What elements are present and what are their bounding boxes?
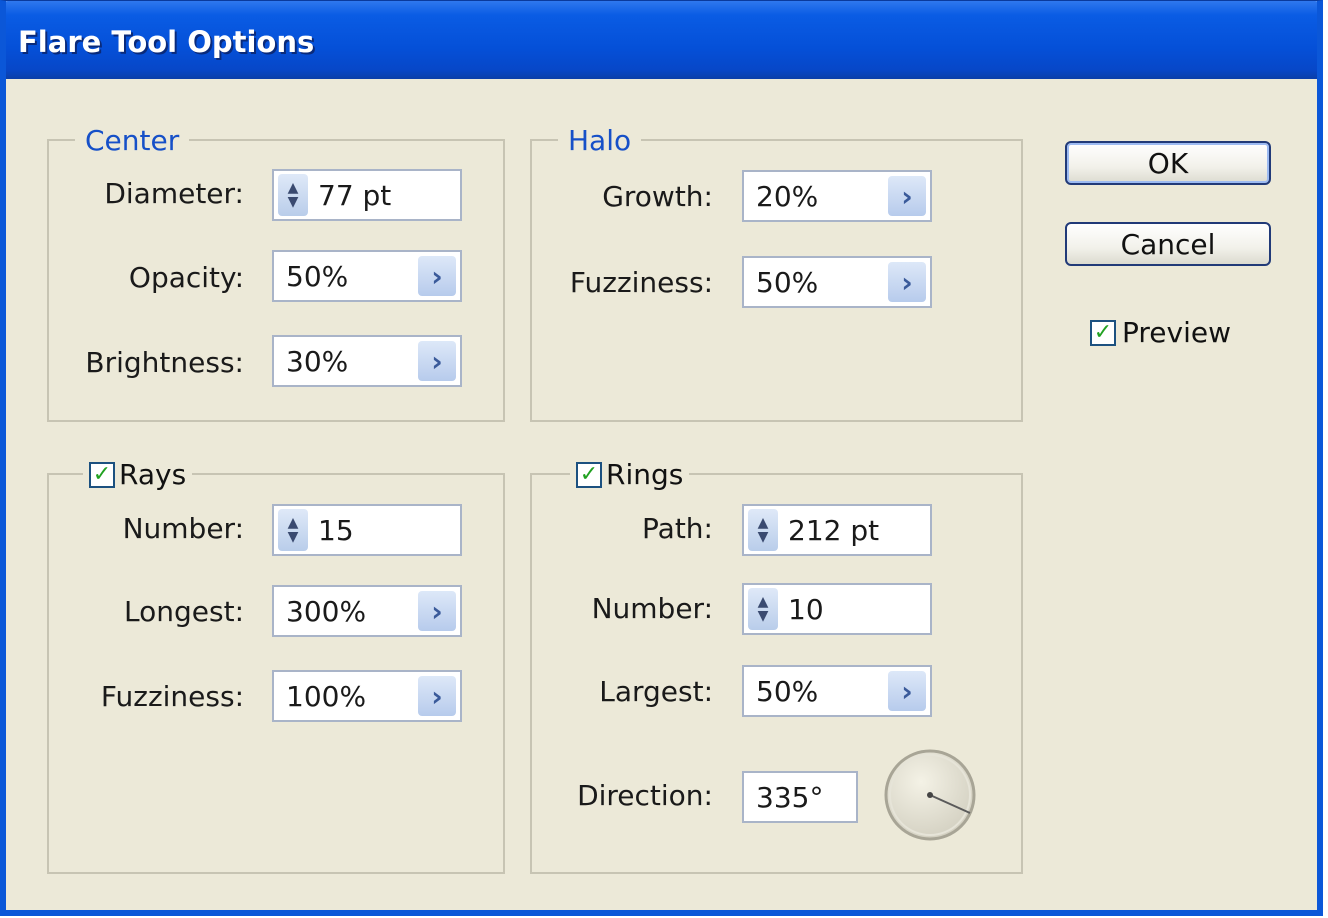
rays-fuzziness-popup-chevron-right-icon[interactable]: ›: [418, 676, 456, 716]
rays-fuzziness-field[interactable]: 100% ›: [272, 670, 462, 722]
direction-field[interactable]: 335°: [742, 771, 858, 823]
opacity-label: Opacity:: [128, 261, 244, 294]
rays-number-spinner-icon[interactable]: ▲ ▼: [278, 509, 308, 551]
opacity-value[interactable]: 50%: [274, 260, 348, 293]
direction-value[interactable]: 335°: [744, 781, 823, 814]
growth-popup-chevron-right-icon[interactable]: ›: [888, 176, 926, 216]
path-spinner-icon[interactable]: ▲ ▼: [748, 509, 778, 551]
rays-number-label: Number:: [122, 512, 244, 545]
preview-checkmark-icon: ✓: [1093, 319, 1113, 345]
rays-number-value[interactable]: 15: [308, 514, 354, 547]
largest-label: Largest:: [599, 675, 713, 708]
brightness-popup-chevron-right-icon[interactable]: ›: [418, 341, 456, 381]
largest-value[interactable]: 50%: [744, 675, 818, 708]
path-field[interactable]: ▲ ▼ 212 pt: [742, 504, 932, 556]
halo-fuzziness-popup-chevron-right-icon[interactable]: ›: [888, 262, 926, 302]
brightness-label: Brightness:: [85, 346, 244, 379]
diameter-spinner-icon[interactable]: ▲ ▼: [278, 174, 308, 216]
opacity-field[interactable]: 50% ›: [272, 250, 462, 302]
longest-field[interactable]: 300% ›: [272, 585, 462, 637]
growth-field[interactable]: 20% ›: [742, 170, 932, 222]
longest-popup-chevron-right-icon[interactable]: ›: [418, 591, 456, 631]
cancel-button[interactable]: Cancel: [1065, 222, 1271, 266]
preview-checkbox[interactable]: ✓: [1090, 319, 1116, 346]
rays-fuzziness-label: Fuzziness:: [100, 680, 244, 713]
diameter-label: Diameter:: [104, 177, 244, 210]
rays-legend: ✓ Rays: [83, 458, 193, 491]
brightness-value[interactable]: 30%: [274, 345, 348, 378]
rings-number-field[interactable]: ▲ ▼ 10: [742, 583, 932, 635]
growth-label: Growth:: [602, 180, 713, 213]
largest-popup-chevron-right-icon[interactable]: ›: [888, 671, 926, 711]
halo-legend: Halo: [558, 124, 642, 157]
opacity-popup-chevron-right-icon[interactable]: ›: [418, 256, 456, 296]
diameter-field[interactable]: ▲ ▼ 77 pt: [272, 169, 462, 221]
center-legend: Center: [75, 124, 190, 157]
longest-value[interactable]: 300%: [274, 595, 366, 628]
flare-tool-options-dialog: Flare Tool Options Center Diameter: ▲ ▼ 7…: [0, 0, 1323, 916]
halo-legend-label: Halo: [568, 124, 632, 157]
dialog-title: Flare Tool Options: [18, 25, 315, 59]
path-label: Path:: [642, 512, 713, 545]
rings-checkbox[interactable]: ✓: [576, 462, 602, 488]
direction-dial-icon[interactable]: [883, 748, 977, 842]
rings-number-label: Number:: [591, 592, 713, 625]
rings-legend: ✓ Rings: [570, 458, 690, 491]
diameter-value[interactable]: 77 pt: [308, 179, 391, 212]
halo-fuzziness-field[interactable]: 50% ›: [742, 256, 932, 308]
rays-checkmark-icon: ✓: [92, 462, 112, 487]
largest-field[interactable]: 50% ›: [742, 665, 932, 717]
halo-fuzziness-value[interactable]: 50%: [744, 266, 818, 299]
preview-toggle[interactable]: ✓ Preview: [1090, 316, 1231, 349]
longest-label: Longest:: [124, 595, 244, 628]
rings-legend-label: Rings: [606, 458, 684, 491]
brightness-field[interactable]: 30% ›: [272, 335, 462, 387]
center-legend-label: Center: [85, 124, 180, 157]
rays-checkbox[interactable]: ✓: [89, 462, 115, 488]
growth-value[interactable]: 20%: [744, 180, 818, 213]
halo-fuzziness-label: Fuzziness:: [569, 266, 713, 299]
rings-number-value[interactable]: 10: [778, 593, 824, 626]
rays-legend-label: Rays: [119, 458, 187, 491]
direction-label: Direction:: [577, 779, 713, 812]
path-value[interactable]: 212 pt: [778, 514, 879, 547]
rings-number-spinner-icon[interactable]: ▲ ▼: [748, 588, 778, 630]
ok-button[interactable]: OK: [1065, 141, 1271, 185]
title-bar[interactable]: Flare Tool Options: [6, 1, 1317, 79]
rays-number-field[interactable]: ▲ ▼ 15: [272, 504, 462, 556]
rings-checkmark-icon: ✓: [579, 462, 599, 487]
rays-fuzziness-value[interactable]: 100%: [274, 680, 366, 713]
preview-label: Preview: [1122, 316, 1231, 349]
